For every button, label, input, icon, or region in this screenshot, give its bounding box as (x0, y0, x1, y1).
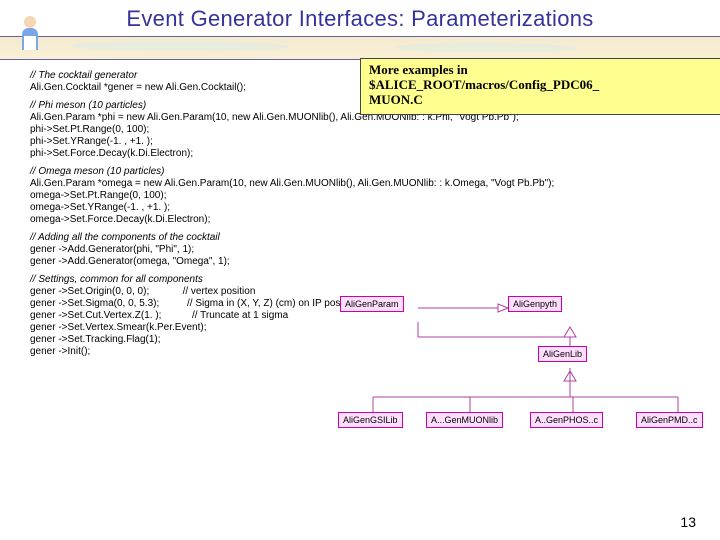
code-line: phi->Set.YRange(-1. , +1. ); (30, 136, 153, 147)
callout-line: $ALICE_ROOT/macros/Config_PDC06_ (369, 78, 720, 93)
page-number: 13 (680, 514, 696, 530)
code-line: phi->Set.Pt.Range(0, 100); (30, 124, 149, 135)
code-comment: // Settings, common for all components (30, 274, 203, 285)
code-line: Ali.Gen.Cocktail *gener = new Ali.Gen.Co… (30, 82, 246, 93)
diagram-box-phoslib: A..GenPHOS..c (530, 412, 603, 428)
examples-callout: More examples in $ALICE_ROOT/macros/Conf… (360, 58, 720, 115)
code-line: gener ->Init(); (30, 346, 90, 357)
code-line: omega->Set.Pt.Range(0, 100); (30, 190, 166, 201)
code-line: omega->Set.Force.Decay(k.Di.Electron); (30, 214, 210, 225)
callout-line: More examples in (369, 63, 720, 78)
code-line: omega->Set.YRange(-1. , +1. ); (30, 202, 170, 213)
code-comment: // The cocktail generator (30, 70, 137, 81)
diagram-box-pmdlib: AliGenPMD..c (636, 412, 703, 428)
diagram-box-genpyth: AliGenpyth (508, 296, 562, 312)
class-diagram: AliGenParam AliGenpyth AliGenLib AliGenG… (358, 282, 698, 472)
code-line: gener ->Set.Vertex.Smear(k.Per.Event); (30, 322, 206, 333)
diagram-box-gslib: AliGenGSILib (338, 412, 403, 428)
code-line: gener ->Set.Origin(0, 0, 0); // vertex p… (30, 286, 255, 297)
diagram-box-muonlib: A...GenMUONlib (426, 412, 503, 428)
code-line: gener ->Set.Sigma(0, 0, 5.3); // Sigma i… (30, 298, 359, 309)
code-block-omega: // Omega meson (10 particles) Ali.Gen.Pa… (30, 166, 710, 226)
diagram-box-param: AliGenParam (340, 296, 404, 312)
callout-line: MUON.C (369, 93, 720, 108)
decorative-map-stripe (0, 36, 720, 60)
code-line: Ali.Gen.Param *omega = new Ali.Gen.Param… (30, 178, 554, 189)
code-line: phi->Set.Force.Decay(k.Di.Electron); (30, 148, 193, 159)
diagram-box-genlib: AliGenLib (538, 346, 587, 362)
slide-header: Event Generator Interfaces: Parameteriza… (0, 0, 720, 60)
code-line: gener ->Add.Generator(phi, "Phi", 1); (30, 244, 194, 255)
code-block-add: // Adding all the components of the cock… (30, 232, 710, 268)
code-line: gener ->Add.Generator(omega, "Omega", 1)… (30, 256, 230, 267)
code-line: gener ->Set.Cut.Vertex.Z(1. ); // Trunca… (30, 310, 288, 321)
code-comment: // Omega meson (10 particles) (30, 166, 165, 177)
code-comment: // Phi meson (10 particles) (30, 100, 146, 111)
slide-title: Event Generator Interfaces: Parameteriza… (0, 6, 720, 32)
code-comment: // Adding all the components of the cock… (30, 232, 220, 243)
code-line: gener ->Set.Tracking.Flag(1); (30, 334, 161, 345)
